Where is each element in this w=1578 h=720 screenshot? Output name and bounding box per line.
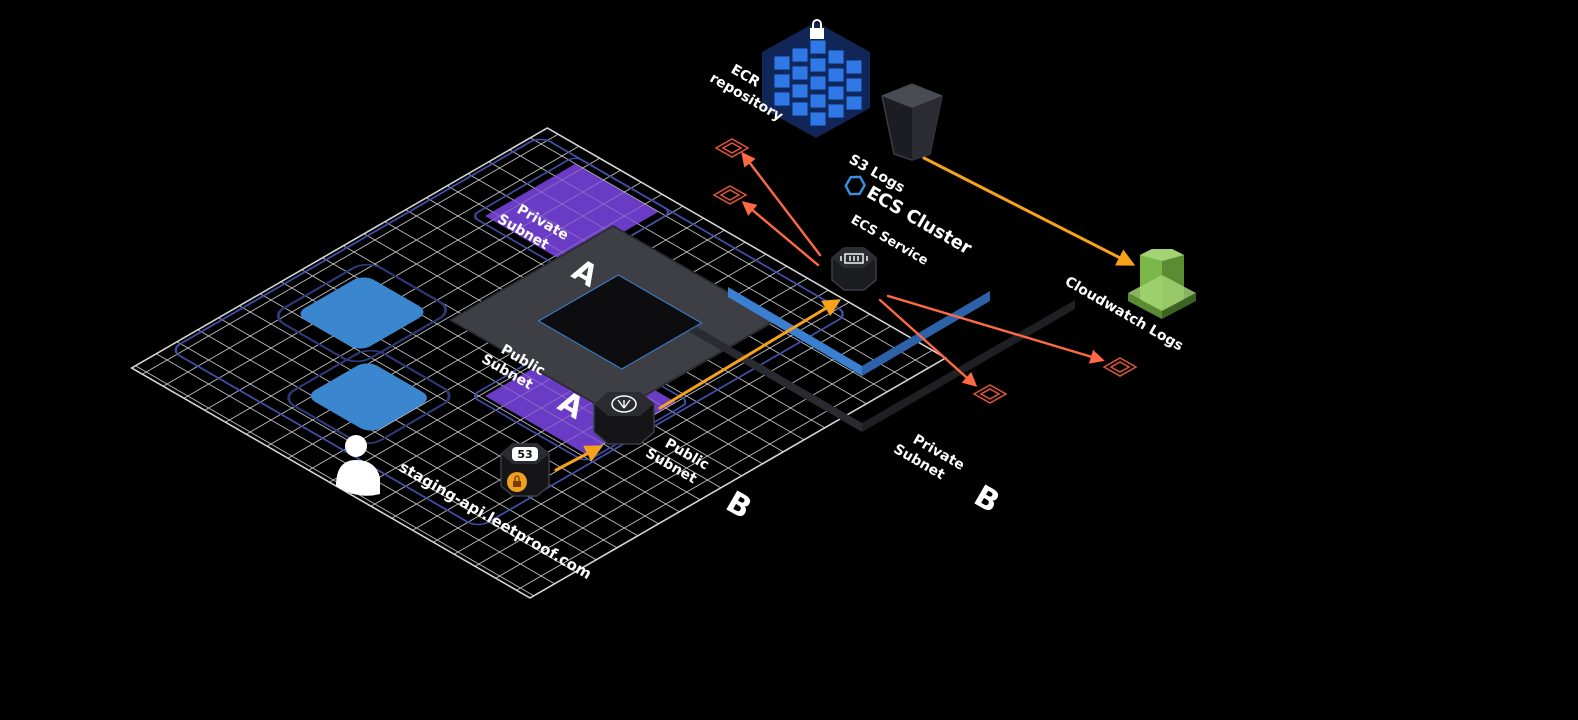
ecs-cluster-icon — [844, 175, 866, 196]
s3-bucket-icon[interactable] — [881, 83, 943, 161]
label-private-subnet-b: Private Subnet — [891, 432, 968, 484]
load-balancer-icon[interactable] — [593, 391, 655, 445]
label-public-subnet-b-letter: B — [720, 485, 757, 527]
route53-icon[interactable]: 53 — [500, 443, 550, 497]
task-icon-private-a-2 — [712, 185, 748, 205]
task-icon-private-b-1 — [972, 384, 1008, 404]
architecture-diagram: 53 ECR repository S3 Logs ECS Cluster EC… — [130, 19, 1196, 599]
svg-text:ECS Cluster: ECS Cluster — [863, 182, 976, 259]
label-private-subnet-b-letter: B — [968, 479, 1005, 521]
ecs-service-icon[interactable] — [831, 247, 877, 291]
task-icon-private-b-2 — [1102, 357, 1138, 377]
cloudwatch-icon[interactable] — [1128, 249, 1196, 319]
route53-badge: 53 — [517, 448, 532, 461]
arrow-service-to-task-a1 — [741, 151, 822, 257]
